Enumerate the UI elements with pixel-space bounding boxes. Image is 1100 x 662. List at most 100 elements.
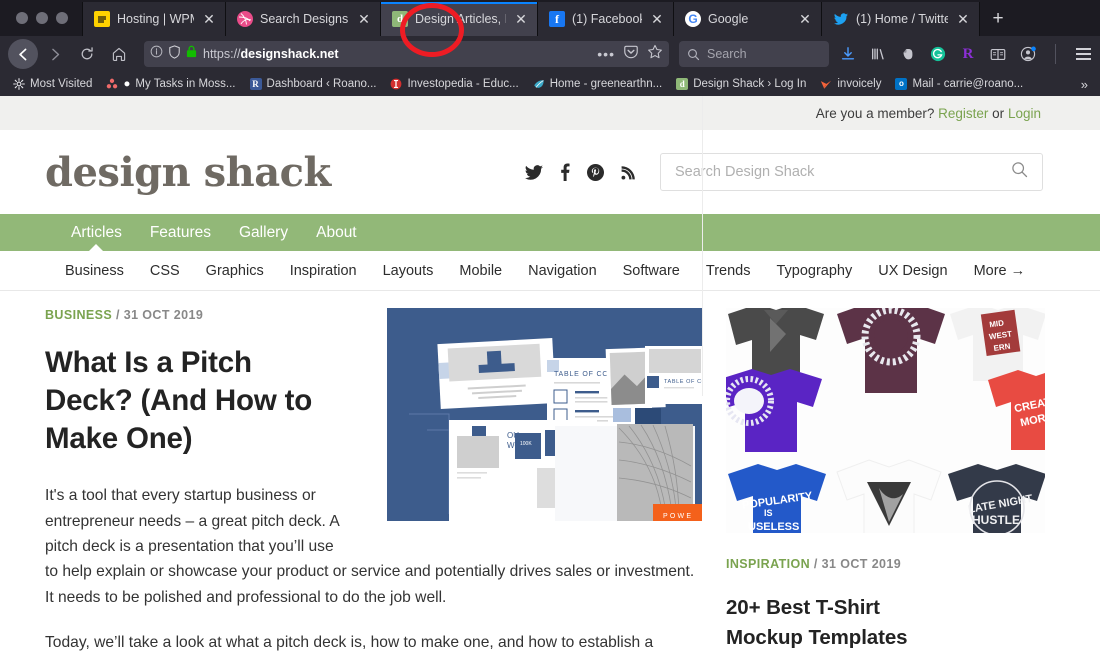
bookmark-mail[interactable]: o Mail - carrie@roano...	[888, 78, 1030, 90]
subnav-graphics[interactable]: Graphics	[193, 263, 277, 279]
rakuten-icon[interactable]: R	[959, 45, 977, 63]
home-button[interactable]	[104, 39, 134, 69]
subnav-software[interactable]: Software	[610, 263, 693, 279]
back-button[interactable]	[8, 39, 38, 69]
zoom-window-button[interactable]	[56, 12, 68, 24]
tab-facebook[interactable]: f (1) Facebook ✕	[538, 2, 674, 36]
reader-sidebar-icon[interactable]	[989, 45, 1007, 63]
subnav-css[interactable]: CSS	[137, 263, 193, 279]
bookmark-most-visited[interactable]: Most Visited	[6, 78, 99, 90]
nav-gallery[interactable]: Gallery	[225, 224, 302, 242]
column-divider	[702, 96, 703, 396]
minimize-window-button[interactable]	[36, 12, 48, 24]
nav-articles[interactable]: Articles	[57, 224, 136, 242]
evernote-icon[interactable]	[899, 45, 917, 63]
bookmark-invoicely[interactable]: invoicely	[813, 78, 888, 90]
bookmark-dashboard[interactable]: R Dashboard ‹ Roano...	[243, 78, 384, 90]
tab-search-designs[interactable]: Search Designs on ✕	[226, 2, 381, 36]
site-header: design shack	[0, 130, 1100, 214]
downloads-icon[interactable]	[839, 45, 857, 63]
bookmark-investopedia[interactable]: Investopedia - Educ...	[383, 78, 525, 90]
subnav-business[interactable]: Business	[52, 263, 137, 279]
side-article-date: 31 OCT 2019	[821, 557, 902, 571]
leaf-icon	[533, 78, 545, 90]
search-input[interactable]	[675, 164, 1011, 180]
bookmarks-overflow-button[interactable]: »	[1081, 77, 1094, 92]
subnav-typography[interactable]: Typography	[763, 263, 865, 279]
investopedia-icon	[390, 78, 402, 90]
close-tab-button[interactable]: ✕	[797, 12, 813, 26]
shield-icon[interactable]	[168, 44, 181, 64]
new-tab-button[interactable]: +	[980, 2, 1016, 36]
subnav-trends[interactable]: Trends	[693, 263, 764, 279]
window-controls[interactable]	[0, 0, 82, 36]
login-link[interactable]: Login	[1008, 106, 1041, 121]
menu-icon[interactable]	[1074, 45, 1092, 63]
pocket-icon[interactable]	[623, 44, 639, 65]
close-tab-button[interactable]: ✕	[356, 12, 372, 26]
library-icon[interactable]	[869, 45, 887, 63]
subnav-layouts[interactable]: Layouts	[370, 263, 447, 279]
article-category[interactable]: BUSINESS	[45, 308, 112, 322]
bookmark-greenearth[interactable]: Home - greenearthn...	[526, 78, 670, 90]
nav-features[interactable]: Features	[136, 224, 225, 242]
reload-button[interactable]	[72, 39, 102, 69]
page-viewport: Are you a member? Register or Login desi…	[0, 96, 1100, 652]
tab-google[interactable]: G Google ✕	[674, 2, 822, 36]
close-tab-button[interactable]: ✕	[649, 12, 665, 26]
article-paragraph-1a: It's a tool that every startup business …	[45, 487, 339, 556]
tab-title: Google	[708, 12, 749, 26]
wpmu-icon	[94, 11, 110, 27]
site-search-box[interactable]	[660, 153, 1043, 191]
close-window-button[interactable]	[16, 12, 28, 24]
side-article-category[interactable]: INSPIRATION	[726, 557, 810, 571]
bookmark-label: Investopedia - Educ...	[407, 78, 519, 90]
primary-navigation: Articles Features Gallery About	[0, 214, 1100, 251]
close-tab-button[interactable]: ✕	[201, 12, 217, 26]
lock-icon[interactable]	[186, 45, 197, 63]
nav-about[interactable]: About	[302, 224, 371, 242]
register-link[interactable]: Register	[938, 106, 988, 121]
tab-title: (1) Facebook	[572, 12, 642, 26]
rss-icon[interactable]	[621, 165, 636, 180]
url-text: https://designshack.net	[203, 47, 339, 61]
subnav-mobile[interactable]: Mobile	[446, 263, 515, 279]
article-title[interactable]: What Is a Pitch Deck? (And How to Make O…	[45, 344, 345, 457]
info-icon[interactable]	[150, 45, 163, 63]
outlook-icon: o	[895, 78, 908, 90]
design-shack-icon: d	[392, 11, 408, 27]
tab-design-articles[interactable]: d Design Articles, Ins ✕	[381, 2, 538, 36]
pinterest-icon[interactable]	[587, 163, 604, 181]
bookmark-my-tasks[interactable]: ● My Tasks in Moss...	[99, 78, 242, 90]
tab-twitter[interactable]: (1) Home / Twitter ✕	[822, 2, 980, 36]
site-logo[interactable]: design shack	[45, 149, 331, 196]
bookmark-label: Mail - carrie@roano...	[912, 78, 1024, 90]
tshirt-mockups-thumbnail[interactable]: MID WEST ERN CREATE MORE POPULARITY IS U…	[726, 308, 1045, 533]
subnav-inspiration[interactable]: Inspiration	[277, 263, 370, 279]
close-tab-button[interactable]: ✕	[955, 12, 971, 26]
pitch-deck-template-thumbnail[interactable]: TABLE OF CONTENT OUR STATISTIC	[387, 308, 702, 521]
facebook-icon[interactable]	[560, 163, 570, 181]
tab-hosting-wpmu[interactable]: Hosting | WPMU DE ✕	[82, 2, 226, 36]
star-icon[interactable]	[647, 44, 663, 65]
page-actions-button[interactable]: •••	[597, 46, 615, 62]
forward-button[interactable]	[40, 39, 70, 69]
subnav-more[interactable]: More →	[961, 263, 1039, 279]
featured-article: TABLE OF CONTENT OUR STATISTIC	[45, 308, 702, 652]
secondary-article: MID WEST ERN CREATE MORE POPULARITY IS U…	[726, 308, 1045, 652]
account-icon[interactable]	[1019, 45, 1037, 63]
facebook-icon: f	[549, 11, 565, 27]
subnav-navigation[interactable]: Navigation	[515, 263, 610, 279]
subnav-ux-design[interactable]: UX Design	[865, 263, 960, 279]
bookmark-label: Most Visited	[30, 78, 93, 90]
search-icon[interactable]	[1011, 161, 1028, 183]
design-shack-icon: d	[676, 78, 689, 90]
side-article-title[interactable]: 20+ Best T-Shirt Mockup Templates 2019 (…	[726, 593, 956, 652]
close-tab-button[interactable]: ✕	[513, 12, 529, 26]
address-bar[interactable]: https://designshack.net •••	[144, 41, 669, 67]
bookmark-design-shack-login[interactable]: d Design Shack › Log In	[669, 78, 813, 90]
grammarly-icon[interactable]	[929, 45, 947, 63]
browser-search-input[interactable]: Search	[679, 41, 829, 67]
twitter-icon[interactable]	[525, 164, 543, 180]
social-links	[525, 163, 636, 181]
